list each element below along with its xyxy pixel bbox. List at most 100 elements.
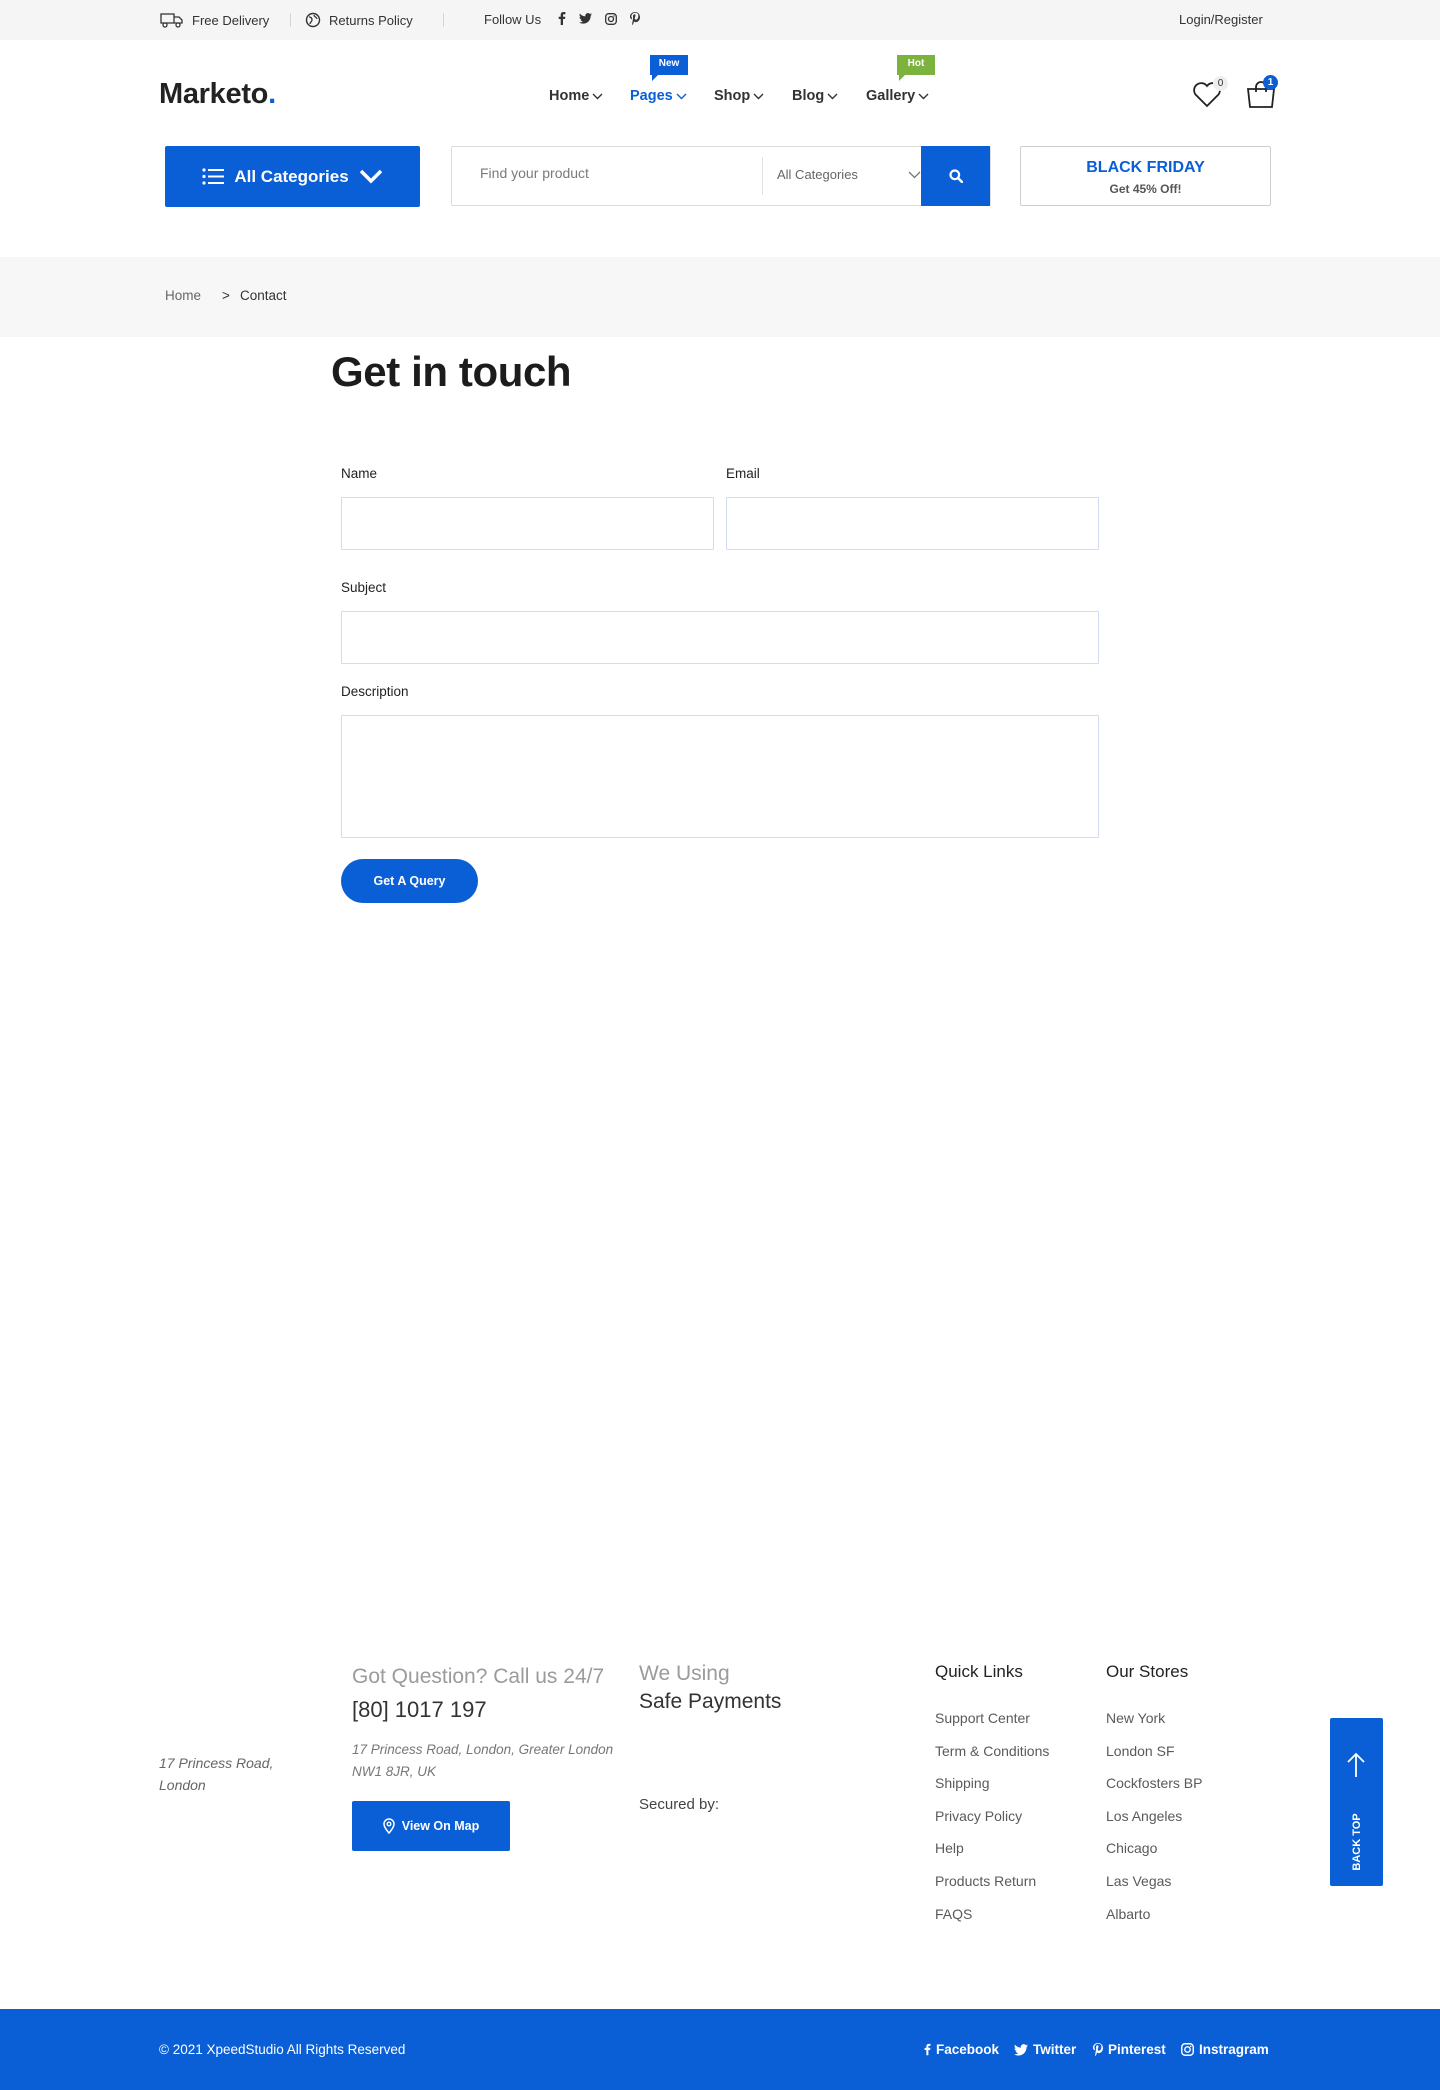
get-a-query-button[interactable]: Get A Query — [341, 859, 478, 903]
returns-policy[interactable]: Returns Policy — [305, 12, 413, 28]
footer-question: Got Question? Call us 24/7 — [352, 1665, 605, 1688]
nav-home[interactable]: Home — [549, 88, 603, 104]
description-field[interactable] — [341, 715, 1099, 838]
footer-link[interactable]: Shipping — [935, 1775, 990, 1791]
badge-new: New — [650, 55, 688, 81]
follow-us-label: Follow Us — [484, 12, 542, 27]
arrow-up-icon — [1346, 1752, 1366, 1778]
wishlist-count: 0 — [1213, 76, 1228, 91]
wishlist-button[interactable]: 0 — [1192, 76, 1228, 108]
free-delivery-label: Free Delivery — [192, 12, 270, 28]
category-select-value: All Categories — [777, 167, 858, 182]
store-link[interactable]: Cockfosters BP — [1106, 1775, 1202, 1791]
all-categories-label: All Categories — [234, 166, 349, 186]
footer-link[interactable]: Products Return — [935, 1873, 1036, 1889]
promo-subtitle: Get 45% Off! — [1109, 182, 1182, 196]
social-label: Twitter — [1033, 2042, 1077, 2057]
chevron-down-icon — [827, 93, 838, 100]
bottom-twitter-link[interactable]: Twitter — [1014, 2042, 1076, 2057]
nav-shop[interactable]: Shop — [714, 88, 764, 104]
address-line: 17 Princess Road, London, Greater London — [352, 1742, 614, 1757]
badge-hot: Hot — [897, 55, 935, 81]
login-register-link[interactable]: Login/Register — [1179, 12, 1263, 27]
logo[interactable]: Marketo. — [159, 78, 276, 111]
store-link[interactable]: Chicago — [1106, 1840, 1157, 1856]
divider — [762, 157, 763, 195]
pinterest-icon[interactable] — [630, 12, 640, 25]
footer-link[interactable]: FAQS — [935, 1906, 972, 1922]
footer-link[interactable]: Term & Conditions — [935, 1743, 1049, 1759]
nav-pages[interactable]: Pages — [630, 88, 687, 104]
chevron-down-icon — [908, 171, 921, 179]
returns-policy-label: Returns Policy — [329, 12, 413, 28]
chevron-down-icon — [359, 169, 383, 185]
breadcrumb: Home > Contact — [0, 257, 1440, 337]
cart-button[interactable]: 1 — [1245, 75, 1278, 108]
search-button[interactable] — [921, 146, 990, 206]
logo-dot: . — [268, 78, 276, 110]
twitter-icon[interactable] — [579, 13, 592, 24]
nav-gallery[interactable]: Gallery — [866, 88, 929, 104]
footer-phone[interactable]: [80] 1017 197 — [352, 1697, 487, 1723]
store-link[interactable]: Las Vegas — [1106, 1873, 1171, 1889]
truck-icon — [160, 12, 184, 28]
globe-icon — [305, 12, 321, 28]
cart-count: 1 — [1263, 75, 1278, 90]
nav-blog[interactable]: Blog — [792, 88, 838, 104]
bottom-instagram-link[interactable]: Instragram — [1181, 2042, 1269, 2057]
subject-label: Subject — [341, 580, 387, 595]
facebook-icon — [924, 2043, 931, 2056]
social-label: Pinterest — [1108, 2042, 1166, 2057]
social-label: Facebook — [936, 2042, 1000, 2057]
store-link[interactable]: New York — [1106, 1710, 1165, 1726]
social-icons — [558, 12, 640, 25]
address-line: London — [159, 1777, 206, 1793]
social-label: Instragram — [1199, 2042, 1269, 2057]
nav-label: Home — [549, 88, 590, 104]
bottom-facebook-link[interactable]: Facebook — [924, 2042, 999, 2057]
view-on-map-label: View On Map — [401, 1819, 480, 1833]
logo-text: Marketo — [159, 78, 269, 110]
we-using-label: We Using — [639, 1662, 730, 1685]
chevron-down-icon — [918, 93, 929, 100]
footer-address-short: 17 Princess Road, London — [159, 1752, 273, 1796]
bottom-pinterest-link[interactable]: Pinterest — [1093, 2042, 1166, 2057]
back-to-top-button[interactable]: BACK TOP — [1330, 1718, 1383, 1886]
back-to-top-label: BACK TOP — [1351, 1813, 1363, 1871]
all-categories-button[interactable]: All Categories — [165, 146, 420, 207]
safe-payments-label: Safe Payments — [639, 1690, 782, 1713]
search-input[interactable] — [480, 165, 750, 181]
instagram-icon[interactable] — [605, 12, 617, 25]
divider — [443, 13, 444, 27]
breadcrumb-home[interactable]: Home — [165, 288, 201, 303]
search-icon — [948, 169, 963, 183]
nav-label: Pages — [630, 88, 673, 104]
bottom-bar: © 2021 XpeedStudio All Rights Reserved F… — [0, 2009, 1440, 2090]
our-stores-title: Our Stores — [1106, 1662, 1189, 1681]
black-friday-promo[interactable]: BLACK FRIDAY Get 45% Off! — [1020, 146, 1271, 206]
store-link[interactable]: Los Angeles — [1106, 1808, 1182, 1824]
free-delivery[interactable]: Free Delivery — [160, 12, 269, 28]
email-label: Email — [726, 466, 760, 481]
footer-link[interactable]: Help — [935, 1840, 964, 1856]
description-label: Description — [341, 684, 409, 699]
name-label: Name — [341, 466, 378, 481]
store-link[interactable]: Albarto — [1106, 1906, 1150, 1922]
email-field[interactable] — [726, 497, 1099, 550]
chevron-down-icon — [592, 93, 603, 100]
footer-link[interactable]: Privacy Policy — [935, 1808, 1022, 1824]
facebook-icon[interactable] — [558, 12, 566, 25]
chevron-down-icon — [753, 93, 764, 100]
name-field[interactable] — [341, 497, 714, 550]
category-select[interactable]: All Categories — [777, 167, 921, 182]
twitter-icon — [1014, 2043, 1028, 2056]
breadcrumb-separator: > — [222, 288, 230, 303]
view-on-map-button[interactable]: View On Map — [352, 1801, 510, 1851]
quick-links-title: Quick Links — [935, 1662, 1023, 1681]
footer-link[interactable]: Support Center — [935, 1710, 1030, 1726]
subject-field[interactable] — [341, 611, 1099, 664]
nav-label: Blog — [792, 88, 825, 104]
store-link[interactable]: London SF — [1106, 1743, 1175, 1759]
page-title: Get in touch — [331, 348, 572, 395]
address-line: 17 Princess Road, — [159, 1755, 274, 1771]
